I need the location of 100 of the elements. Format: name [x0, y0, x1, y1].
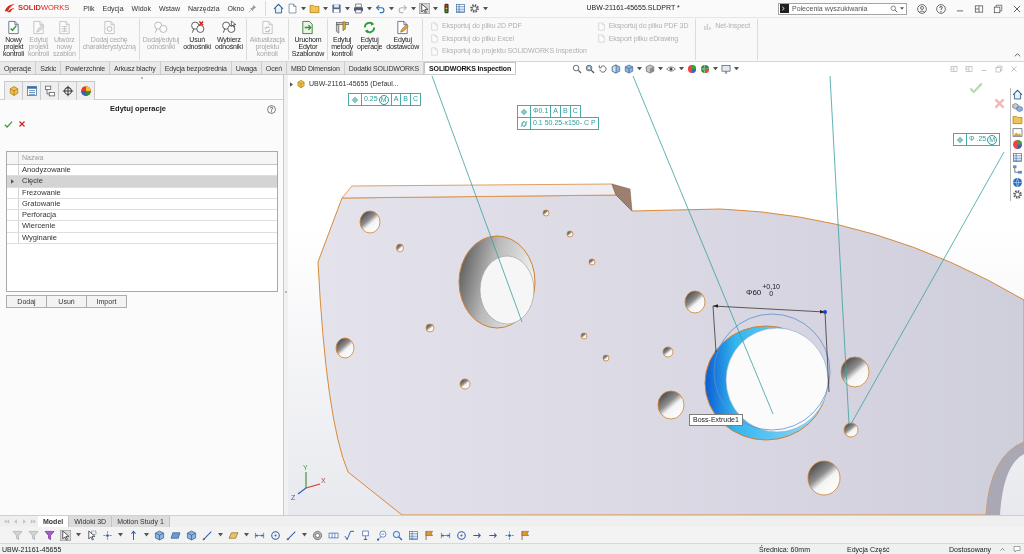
globe-icon[interactable]	[1012, 176, 1023, 188]
flag-icon[interactable]	[424, 529, 435, 541]
help-icon[interactable]	[267, 105, 276, 114]
caret-icon[interactable]	[302, 533, 307, 537]
cancel-cross-icon[interactable]	[18, 120, 26, 128]
home-icon[interactable]	[273, 3, 285, 14]
caret-icon[interactable]	[734, 66, 740, 71]
cylindricity-symbol-icon	[520, 119, 528, 128]
eye-icon[interactable]	[666, 63, 677, 74]
edge-line-icon[interactable]	[286, 529, 297, 541]
balloon-leader-icon[interactable]	[376, 529, 387, 541]
circle-icon[interactable]	[270, 529, 281, 541]
caret-icon[interactable]	[76, 533, 81, 537]
caret-icon[interactable]	[367, 6, 373, 11]
folder-icon[interactable]	[1012, 114, 1023, 125]
cubes-icon[interactable]	[1012, 101, 1023, 113]
axis-arrow-icon[interactable]	[128, 529, 139, 541]
caret-icon[interactable]	[244, 533, 249, 537]
search-icon[interactable]	[890, 4, 898, 13]
caret-icon[interactable]	[345, 6, 351, 11]
cube-icon[interactable]	[154, 529, 165, 541]
surface-finish-icon[interactable]	[344, 529, 355, 541]
edge-line-icon[interactable]	[202, 529, 213, 541]
expander-icon[interactable]	[290, 81, 293, 87]
user-icon[interactable]	[917, 3, 927, 14]
cube-icon[interactable]	[186, 529, 197, 541]
face-icon[interactable]	[170, 529, 181, 541]
table-icon[interactable]	[1012, 151, 1023, 163]
cube-icon[interactable]	[624, 63, 635, 74]
flag-icon[interactable]	[520, 529, 531, 541]
gear-icon[interactable]	[1012, 189, 1023, 200]
caret-icon[interactable]	[658, 66, 664, 71]
tree-icon[interactable]	[1012, 164, 1023, 175]
hole	[335, 337, 355, 359]
rotate-arrow-icon[interactable]	[598, 63, 609, 74]
caret-up-icon[interactable]	[1000, 547, 1005, 551]
color-wheel-icon[interactable]	[79, 85, 92, 97]
caret-icon[interactable]	[323, 6, 329, 11]
color-ball-icon[interactable]	[1012, 139, 1023, 150]
shaded-cube-icon[interactable]	[645, 63, 656, 74]
cursor-arrow-icon[interactable]	[60, 529, 71, 541]
pin-icon[interactable]	[248, 4, 258, 13]
caret-icon[interactable]	[218, 533, 223, 537]
cursor-arrow-icon[interactable]	[419, 3, 431, 14]
color-ball-icon[interactable]	[687, 63, 698, 74]
caret-icon[interactable]	[637, 66, 643, 71]
position-symbol-icon	[956, 135, 964, 144]
plane-icon[interactable]	[228, 529, 239, 541]
table-icon[interactable]	[408, 529, 419, 541]
caret-icon[interactable]	[144, 533, 149, 537]
point-icon[interactable]	[504, 529, 515, 541]
tile-windows-icon[interactable]	[974, 3, 984, 14]
hole	[657, 390, 685, 420]
hole	[684, 290, 706, 314]
undo-icon[interactable]	[375, 3, 387, 14]
point-icon[interactable]	[102, 529, 113, 541]
restore-icon[interactable]	[993, 3, 1003, 14]
cursor-select-icon[interactable]	[86, 529, 97, 541]
crosshair-icon[interactable]	[61, 85, 74, 97]
handle-dot-icon[interactable]	[823, 310, 827, 314]
caret-icon[interactable]	[389, 6, 395, 11]
part-icon[interactable]	[7, 85, 20, 97]
caret-icon[interactable]	[679, 66, 685, 71]
printer-icon[interactable]	[353, 3, 365, 14]
caret-icon[interactable]	[713, 66, 719, 71]
confirm-check-icon[interactable]	[968, 81, 984, 95]
circle-icon[interactable]	[456, 529, 467, 541]
caret-icon[interactable]	[433, 6, 439, 11]
caret-icon[interactable]	[118, 533, 123, 537]
hole	[566, 230, 574, 238]
section-cube-icon[interactable]	[611, 63, 622, 74]
caret-icon[interactable]	[900, 7, 904, 10]
monitor-icon[interactable]	[721, 63, 732, 74]
configuration-icon[interactable]	[43, 85, 56, 97]
caret-icon[interactable]	[483, 6, 489, 11]
tile-windows-icon[interactable]	[965, 64, 973, 73]
funnel-icon[interactable]	[44, 529, 55, 541]
caret-up-icon[interactable]	[1014, 53, 1021, 57]
document-check-icon	[6, 20, 21, 35]
picture-icon[interactable]	[1012, 126, 1023, 138]
close-icon[interactable]	[1012, 3, 1022, 14]
tile-windows-icon[interactable]	[950, 64, 958, 73]
help-icon[interactable]	[936, 3, 946, 14]
balloons-delete-icon	[189, 20, 205, 35]
document-grid-icon	[56, 20, 72, 35]
confirm-check-icon[interactable]	[4, 119, 13, 129]
property-list-icon[interactable]	[25, 85, 38, 97]
hole-icon[interactable]	[312, 529, 323, 541]
color-ball-icon[interactable]	[700, 63, 711, 74]
gear-icon[interactable]	[469, 3, 481, 14]
caret-icon[interactable]	[411, 6, 417, 11]
hole	[542, 209, 550, 217]
control-frame-icon[interactable]	[328, 529, 339, 541]
magnifier-icon[interactable]	[392, 529, 403, 541]
datum-icon[interactable]	[360, 529, 371, 541]
home-icon[interactable]	[1012, 89, 1023, 100]
caret-icon[interactable]	[301, 6, 307, 11]
speech-bubble-icon[interactable]	[1013, 545, 1021, 553]
magnifier-icon[interactable]	[572, 63, 583, 74]
magnifier-box-icon[interactable]	[585, 63, 596, 74]
